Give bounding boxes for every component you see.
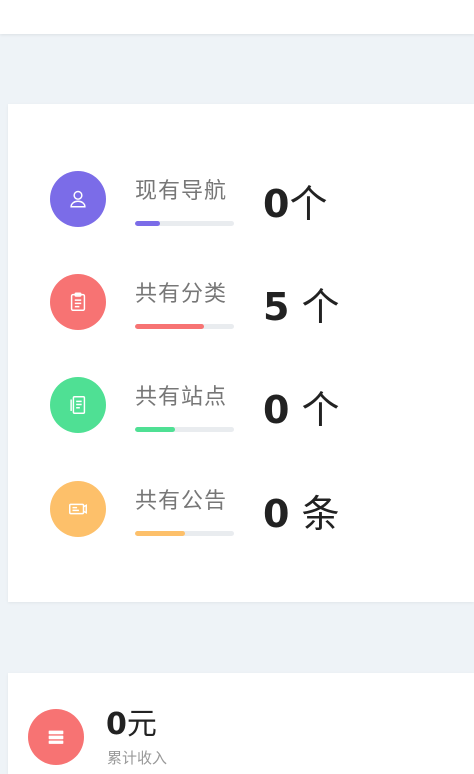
stat-icon-circle [50,377,106,433]
stat-unit: 个 [289,182,328,226]
progress-track [135,531,234,536]
income-label: 累计收入 [107,749,168,767]
ticket-icon [69,503,87,515]
stat-row-categories: 共有分类 5 个 [8,274,474,354]
stat-value: 5 个 [263,276,340,331]
progress-track [135,324,234,329]
user-icon [70,190,86,208]
progress-track [135,221,234,226]
progress-track [135,427,234,432]
stat-unit: 条 [301,492,340,536]
stat-number: 5 [263,285,290,329]
income-card: 0元 累计收入 [8,673,474,774]
clipboard-icon [70,292,86,311]
income-number: 0 [106,707,127,742]
stat-row-navigation: 现有导航 0个 [8,171,474,251]
stat-value: 0个 [263,173,327,228]
stat-label: 共有站点 [135,385,228,410]
stats-card: 现有导航 0个 共有分类 5 个 共有站点 0 个 共有公告 0 条 [8,104,474,602]
document-icon [70,396,86,414]
progress-fill [135,324,205,329]
stat-value: 0 条 [263,483,340,538]
progress-fill [135,221,160,226]
stat-icon-circle [50,481,106,537]
stat-row-sites: 共有站点 0 个 [8,377,474,457]
stat-label: 共有公告 [135,489,228,514]
wallet-icon [48,730,64,744]
stat-icon-circle [50,171,106,227]
income-unit: 元 [126,707,157,742]
stat-number: 0 [263,492,290,536]
top-bar [0,0,474,34]
stat-label: 共有分类 [135,282,228,307]
stat-value: 0 个 [263,379,340,434]
progress-fill [135,427,175,432]
stat-icon-circle [50,274,106,330]
stat-unit: 个 [301,285,340,329]
stat-label: 现有导航 [135,179,228,204]
stat-unit: 个 [301,388,340,432]
stat-row-announcements: 共有公告 0 条 [8,481,474,561]
stat-number: 0 [263,182,290,226]
income-icon-circle [28,709,84,765]
income-amount: 0元 [106,699,157,743]
progress-fill [135,531,185,536]
stat-number: 0 [263,388,290,432]
